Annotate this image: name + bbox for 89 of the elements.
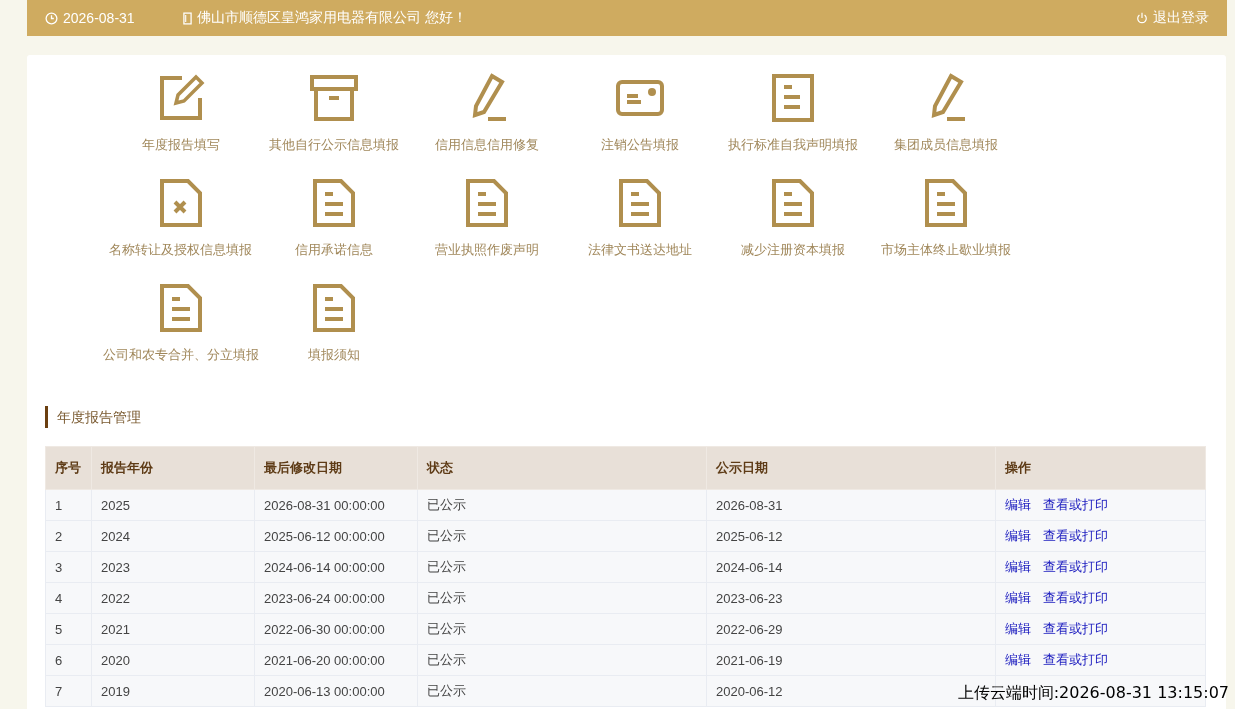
tile-label: 名称转让及授权信息填报 <box>109 241 252 259</box>
menu-tile[interactable]: 集团成员信息填报 <box>869 73 1022 154</box>
clock-icon <box>45 11 58 25</box>
table-cell: 2026-08-31 <box>706 489 996 521</box>
table-cell: 2022 <box>91 582 255 614</box>
action-link[interactable]: 查看或打印 <box>1043 652 1108 667</box>
menu-tile[interactable]: 执行标准自我声明填报 <box>716 73 869 154</box>
table-cell: 2024-06-14 <box>706 551 996 583</box>
tile-label: 法律文书送达地址 <box>587 241 692 259</box>
menu-tile[interactable]: 信用承诺信息 <box>257 178 410 259</box>
current-date: 2026-08-31 <box>63 10 135 26</box>
tile-label: 信用承诺信息 <box>294 241 373 259</box>
menu-tile[interactable]: 法律文书送达地址 <box>563 178 716 259</box>
action-link[interactable]: 编辑 <box>1005 652 1031 667</box>
table-cell: 2020-06-13 00:00:00 <box>254 675 418 707</box>
table-cell: 2023-06-24 00:00:00 <box>254 582 418 614</box>
column-header: 报告年份 <box>91 446 255 490</box>
table-cell: 5 <box>45 613 92 645</box>
column-header: 公示日期 <box>706 446 996 490</box>
menu-tile[interactable]: 信用信息信用修复 <box>410 73 563 154</box>
table-cell: 2022-06-30 00:00:00 <box>254 613 418 645</box>
table-cell: 6 <box>45 644 92 676</box>
menu-tile[interactable]: 公司和农专合并、分立填报 <box>104 283 257 364</box>
table-cell: 已公示 <box>417 582 707 614</box>
table-cell: 2025 <box>91 489 255 521</box>
table-cell: 2024-06-14 00:00:00 <box>254 551 418 583</box>
action-link[interactable]: 查看或打印 <box>1043 590 1108 605</box>
column-header: 序号 <box>45 446 92 490</box>
menu-tile[interactable]: 年度报告填写 <box>104 73 257 154</box>
upload-time-text: 上传云端时间:2026-08-31 13:15:07 <box>957 683 1229 704</box>
menu-tile[interactable]: 名称转让及授权信息填报 <box>104 178 257 259</box>
table-cell: 2021-06-20 00:00:00 <box>254 644 418 676</box>
table-cell: 2024 <box>91 520 255 552</box>
section-title: 年度报告管理 <box>45 406 1208 428</box>
column-header: 最后修改日期 <box>254 446 418 490</box>
tile-label: 营业执照作废声明 <box>434 241 539 259</box>
menu-tile[interactable]: 其他自行公示信息填报 <box>257 73 410 154</box>
table-cell: 2023 <box>91 551 255 583</box>
action-link[interactable]: 查看或打印 <box>1043 621 1108 636</box>
table-cell: 2025-06-12 00:00:00 <box>254 520 418 552</box>
logout-button[interactable]: 退出登录 <box>1136 9 1209 27</box>
tile-label: 执行标准自我声明填报 <box>727 136 858 154</box>
table-cell: 已公示 <box>417 551 707 583</box>
action-link[interactable]: 查看或打印 <box>1043 528 1108 543</box>
tile-label: 公司和农专合并、分立填报 <box>102 346 259 364</box>
column-header: 操作 <box>995 446 1206 490</box>
tile-label: 市场主体终止歇业填报 <box>880 241 1011 259</box>
archive-box-icon <box>308 73 359 123</box>
tile-label: 注销公告填报 <box>600 136 679 154</box>
table-cell: 2025-06-12 <box>706 520 996 552</box>
menu-tile[interactable]: 市场主体终止歇业填报 <box>869 178 1022 259</box>
menu-tile[interactable]: 减少注册资本填报 <box>716 178 869 259</box>
table-cell: 2023-06-23 <box>706 582 996 614</box>
table-cell: 2021-06-19 <box>706 644 996 676</box>
building-icon <box>182 11 192 25</box>
table-cell: 已公示 <box>417 613 707 645</box>
menu-tile[interactable]: 填报须知 <box>257 283 410 364</box>
menu-tile[interactable]: 注销公告填报 <box>563 73 716 154</box>
table-cell: 7 <box>45 675 92 707</box>
tile-label: 其他自行公示信息填报 <box>268 136 399 154</box>
table-cell: 已公示 <box>417 520 707 552</box>
tile-label: 填报须知 <box>307 346 360 364</box>
action-link[interactable]: 编辑 <box>1005 559 1031 574</box>
table-cell: 3 <box>45 551 92 583</box>
column-header: 状态 <box>417 446 707 490</box>
tile-label: 年度报告填写 <box>141 136 220 154</box>
table-cell: 2020 <box>91 644 255 676</box>
table-cell: 2 <box>45 520 92 552</box>
table-cell: 已公示 <box>417 675 707 707</box>
action-link[interactable]: 编辑 <box>1005 497 1031 512</box>
tile-label: 集团成员信息填报 <box>893 136 998 154</box>
action-link[interactable]: 编辑 <box>1005 621 1031 636</box>
table-cell: 4 <box>45 582 92 614</box>
table-cell: 2026-08-31 00:00:00 <box>254 489 418 521</box>
action-link[interactable]: 编辑 <box>1005 528 1031 543</box>
table-cell: 2019 <box>91 675 255 707</box>
greeting-text: 佛山市顺德区皇鸿家用电器有限公司 您好！ <box>196 9 467 27</box>
table-cell: 1 <box>45 489 92 521</box>
tile-label: 减少注册资本填报 <box>740 241 845 259</box>
tile-label: 信用信息信用修复 <box>434 136 539 154</box>
table-cell: 已公示 <box>417 644 707 676</box>
action-link[interactable]: 查看或打印 <box>1043 559 1108 574</box>
action-link[interactable]: 编辑 <box>1005 590 1031 605</box>
action-link[interactable]: 查看或打印 <box>1043 497 1108 512</box>
menu-tile[interactable]: 营业执照作废声明 <box>410 178 563 259</box>
table-cell: 2022-06-29 <box>706 613 996 645</box>
table-cell: 已公示 <box>417 489 707 521</box>
table-cell: 2021 <box>91 613 255 645</box>
power-icon <box>1136 12 1148 24</box>
